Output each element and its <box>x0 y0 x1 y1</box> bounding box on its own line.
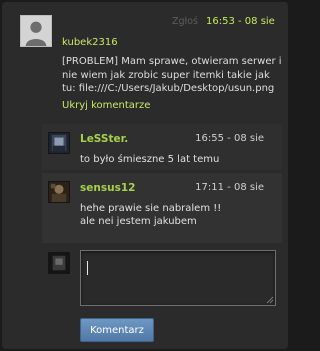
default-avatar-icon[interactable] <box>20 15 52 47</box>
report-link[interactable]: Zgłoś <box>172 16 198 27</box>
text-caret <box>87 261 88 275</box>
post-text: [PROBLEM] Mam sprawe, otwieram serwer i … <box>62 56 282 94</box>
user-avatar-icon[interactable] <box>48 132 70 154</box>
post-timestamp: 16:53 - 08 sie <box>206 16 275 27</box>
reply-author[interactable]: LeSSter. <box>80 133 128 145</box>
current-user-avatar-icon <box>48 252 70 274</box>
reply-timestamp: 17:11 - 08 sie <box>195 182 264 193</box>
post-author[interactable]: kubek2316 <box>62 37 118 48</box>
resize-grip-icon[interactable] <box>266 296 274 304</box>
reply-text: hehe prawie sie nabralem !! ale nei jest… <box>80 203 222 227</box>
comment-textarea[interactable] <box>80 250 276 306</box>
hide-comments-link[interactable]: Ukryj komentarze <box>62 100 150 111</box>
reply-timestamp: 16:55 - 08 sie <box>195 133 264 144</box>
reply-text: to było śmieszne 5 lat temu <box>80 154 220 165</box>
reply-item: sensus12 17:11 - 08 sie hehe prawie sie … <box>42 173 282 243</box>
reply-author[interactable]: sensus12 <box>80 182 135 194</box>
reply-item: LeSSter. 16:55 - 08 sie to było śmieszne… <box>42 124 282 170</box>
submit-comment-button[interactable]: Komentarz <box>80 318 154 342</box>
comment-panel: Zgłoś 16:53 - 08 sie kubek2316 [PROBLEM]… <box>2 2 288 349</box>
user-avatar-icon[interactable] <box>48 181 70 203</box>
